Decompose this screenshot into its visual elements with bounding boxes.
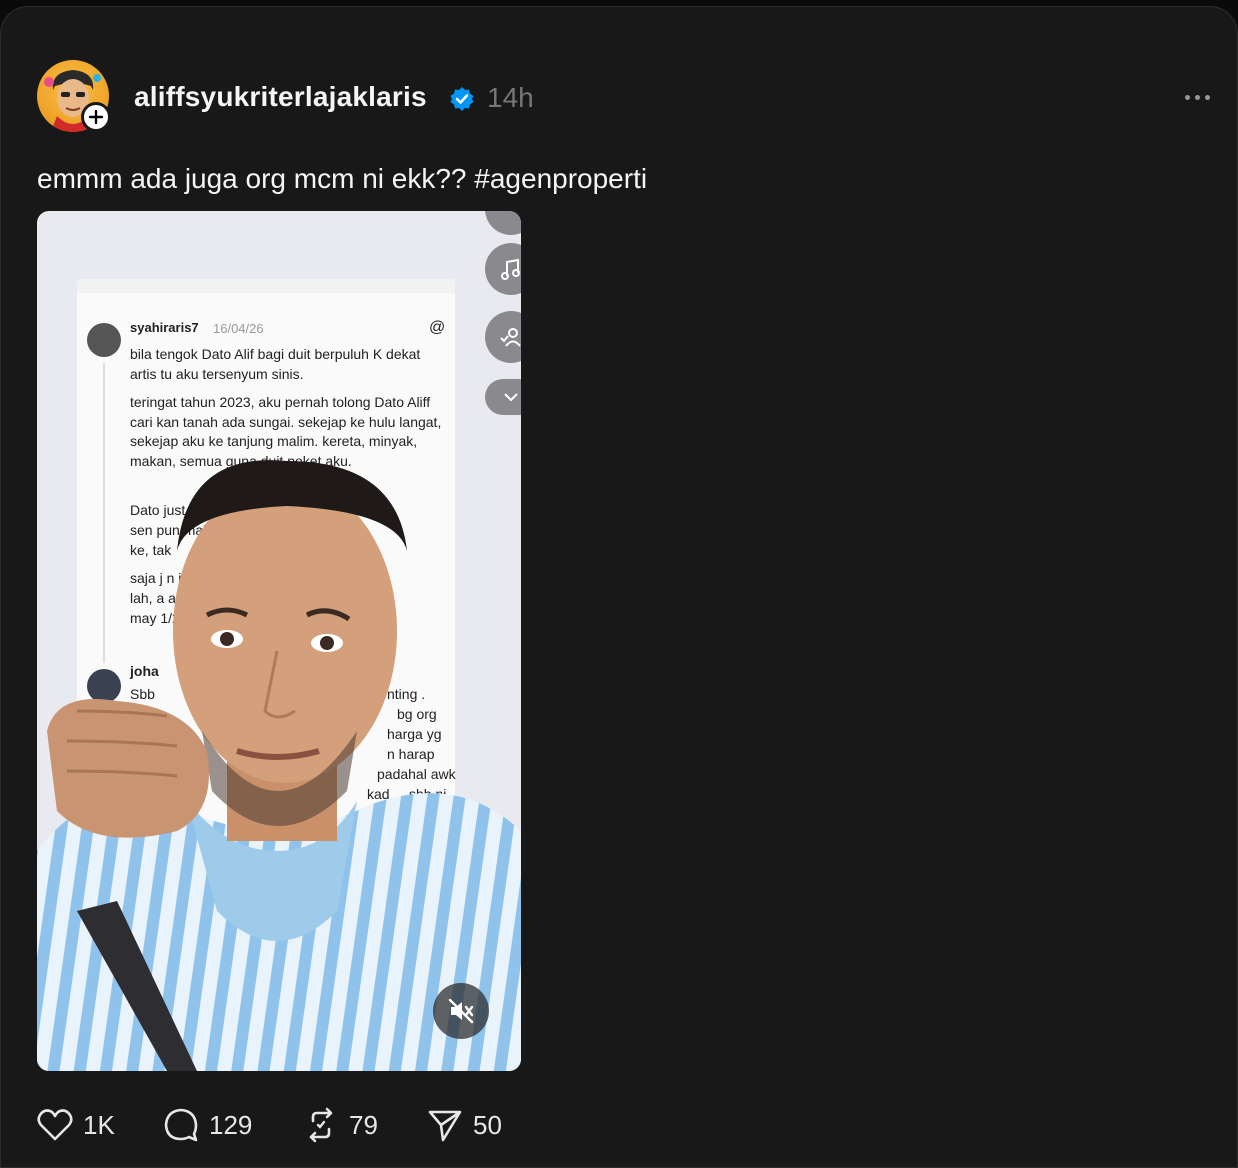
follow-plus-icon[interactable] bbox=[81, 102, 111, 132]
like-count: 1K bbox=[83, 1109, 115, 1140]
post-caption: emmm ada juga org mcm ni ekk?? #agenprop… bbox=[37, 163, 648, 194]
share-count: 50 bbox=[473, 1109, 502, 1140]
comment-bubble-icon bbox=[164, 1108, 198, 1142]
post-time: 14h bbox=[487, 82, 534, 113]
repost-button[interactable]: 79 bbox=[303, 1105, 378, 1145]
comment-count: 129 bbox=[209, 1109, 253, 1140]
person-video-frame bbox=[37, 460, 521, 1071]
verified-badge-icon bbox=[450, 87, 474, 111]
comment-button[interactable]: 129 bbox=[163, 1105, 252, 1145]
repost-icon bbox=[309, 1107, 333, 1143]
share-button[interactable]: 50 bbox=[427, 1105, 502, 1145]
author-avatar[interactable] bbox=[37, 60, 111, 134]
mute-toggle-icon[interactable] bbox=[433, 983, 489, 1039]
like-button[interactable]: 1K bbox=[37, 1105, 115, 1145]
repost-count: 79 bbox=[349, 1109, 378, 1140]
author-username[interactable]: aliffsyukriterlajaklaris bbox=[134, 81, 427, 113]
post-card: aliffsyukriterlajaklaris 14h emmm ada ju… bbox=[0, 6, 1238, 1168]
send-paper-plane-icon bbox=[428, 1110, 462, 1142]
more-options-icon[interactable] bbox=[1185, 85, 1215, 109]
heart-icon bbox=[37, 1109, 73, 1141]
video-media[interactable]: syahiraris7 16/04/26 @ bila tengok Dato … bbox=[37, 211, 521, 1071]
